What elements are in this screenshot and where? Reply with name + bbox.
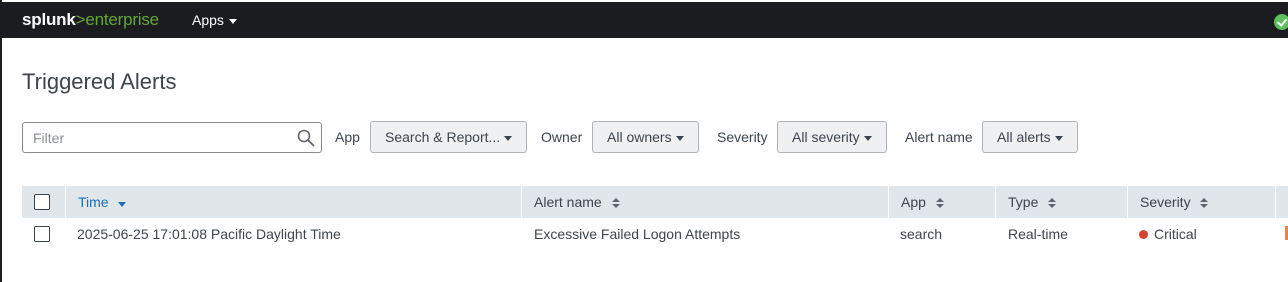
sort-descending-icon bbox=[118, 202, 127, 208]
severity-label: Critical bbox=[1154, 226, 1197, 242]
column-label-alert-name: Alert name bbox=[534, 194, 602, 210]
severity-critical-icon bbox=[1139, 230, 1148, 239]
column-header-time[interactable]: Time bbox=[65, 186, 521, 218]
alert-name-filter-dropdown[interactable]: All alerts bbox=[982, 121, 1078, 153]
column-header-severity[interactable]: Severity bbox=[1127, 186, 1275, 218]
page-title: Triggered Alerts bbox=[22, 68, 177, 94]
cell-type: Real-time bbox=[1008, 226, 1068, 242]
severity-filter-label: Severity bbox=[717, 129, 768, 145]
logo-part-splunk: splunk bbox=[22, 10, 76, 29]
severity-filter-dropdown[interactable]: All severity bbox=[777, 121, 887, 153]
owner-filter-value: All owners bbox=[607, 129, 672, 145]
top-bar: splunk>enterprise Apps bbox=[2, 2, 1288, 38]
owner-filter-dropdown[interactable]: All owners bbox=[592, 121, 699, 153]
cell-time[interactable]: 2025-06-25 17:01:08 Pacific Daylight Tim… bbox=[77, 226, 341, 242]
app-filter-value: Search & Report... bbox=[385, 129, 501, 145]
column-label-app: App bbox=[901, 194, 926, 210]
column-label-severity: Severity bbox=[1140, 194, 1191, 210]
window-edge bbox=[0, 0, 2, 282]
chevron-down-icon bbox=[863, 135, 872, 141]
table-header: Time Alert name App Type Severity bbox=[22, 186, 1288, 218]
splunk-logo[interactable]: splunk>enterprise bbox=[22, 10, 159, 30]
sort-icon bbox=[611, 198, 620, 209]
logo-part-enterprise: enterprise bbox=[85, 10, 159, 29]
owner-filter-label: Owner bbox=[541, 129, 583, 145]
column-header-actions bbox=[1275, 186, 1288, 218]
column-header-alert-name[interactable]: Alert name bbox=[521, 186, 888, 218]
apps-menu[interactable]: Apps bbox=[192, 12, 237, 28]
column-header-type[interactable]: Type bbox=[995, 186, 1127, 218]
chevron-down-icon bbox=[504, 135, 513, 141]
page: splunk>enterprise Apps Triggered Alerts … bbox=[0, 0, 1288, 282]
app-filter-label: App bbox=[335, 129, 360, 145]
chevron-down-icon bbox=[675, 135, 684, 141]
row-checkbox[interactable] bbox=[34, 226, 50, 242]
column-label-type: Type bbox=[1008, 194, 1039, 210]
apps-menu-label: Apps bbox=[192, 12, 224, 28]
check-circle-icon[interactable] bbox=[1274, 14, 1288, 30]
chevron-down-icon bbox=[1054, 135, 1063, 141]
column-header-app[interactable]: App bbox=[888, 186, 995, 218]
severity-filter-value: All severity bbox=[792, 129, 860, 145]
cell-alert-name[interactable]: Excessive Failed Logon Attempts bbox=[534, 226, 740, 242]
select-all-checkbox[interactable] bbox=[34, 194, 50, 210]
search-icon[interactable] bbox=[297, 129, 315, 147]
logo-part-arrow: > bbox=[75, 10, 86, 29]
filter-search-box bbox=[22, 122, 322, 153]
column-label-time: Time bbox=[78, 194, 109, 210]
cell-severity: Critical bbox=[1139, 226, 1197, 242]
alert-name-filter-value: All alerts bbox=[997, 129, 1051, 145]
filter-input[interactable] bbox=[23, 123, 303, 152]
sort-icon bbox=[935, 198, 944, 209]
cell-app: search bbox=[900, 226, 943, 242]
sort-icon bbox=[1200, 198, 1209, 209]
alert-name-filter-label: Alert name bbox=[905, 129, 973, 145]
chevron-down-icon bbox=[228, 18, 237, 24]
sort-icon bbox=[1048, 198, 1057, 209]
app-filter-dropdown[interactable]: Search & Report... bbox=[370, 121, 528, 153]
